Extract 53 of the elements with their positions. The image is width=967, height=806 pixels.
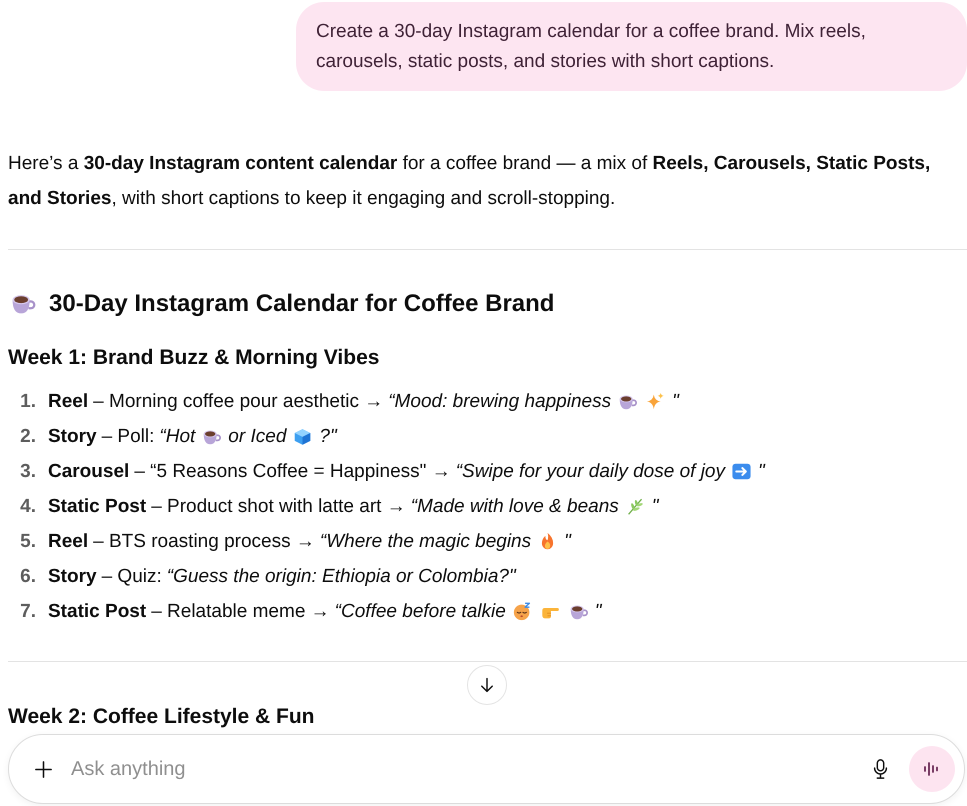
microphone-icon — [873, 759, 888, 779]
ice-cube-icon — [293, 427, 312, 446]
message-composer[interactable]: Ask anything — [8, 734, 965, 804]
post-format: Story — [48, 425, 97, 449]
week-heading: Week 1: Brand Buzz & Morning Vibes — [8, 345, 380, 371]
section-title: 30-Day Instagram Calendar for Coffee Brand — [49, 289, 554, 319]
list-number: 4. — [19, 495, 36, 519]
intro-paragraph: Here’s a 30-day Instagram content calendar for a coffee brand — a mix of Reels, Carousels, Static Posts, and Stories, with short captions to keep it engaging and scroll-stopping. — [8, 152, 932, 211]
list-number: 6. — [19, 565, 36, 589]
caption-text: “Where the magic begins — [320, 530, 532, 554]
caption-text: " — [594, 600, 602, 624]
caption-text: “Made with love & beans — [410, 495, 619, 519]
post-format: Reel — [48, 390, 88, 414]
caption-text: “Swipe for your daily dose of joy — [456, 460, 725, 484]
caption-text: “Mood: brewing happiness — [388, 390, 612, 414]
post-description: – Poll: — [102, 425, 154, 449]
post-description: – Morning coffee pour aesthetic → — [93, 390, 384, 414]
caption-text: " — [672, 390, 679, 414]
post-format: Static Post — [48, 600, 146, 624]
post-description: – Quiz: — [102, 565, 162, 589]
sound-wave-icon — [923, 761, 941, 777]
post-description: – Relatable meme → — [151, 600, 330, 624]
input-field[interactable]: Ask anything — [71, 752, 869, 786]
post-description: – BTS roasting process → — [93, 530, 315, 554]
plus-icon — [35, 760, 52, 778]
user-message: Create a 30-day Instagram calendar for a coffee brand. Mix reels, carousels, static posts, and stories with short captions. — [296, 2, 967, 91]
caption-text: " — [652, 495, 659, 519]
list-number: 7. — [19, 600, 36, 624]
post-format: Story — [48, 565, 97, 589]
herb-icon — [626, 497, 645, 516]
post-description: – Product shot with latte art → — [151, 495, 406, 519]
list-number: 1. — [19, 390, 36, 414]
list-number: 5. — [19, 530, 36, 554]
scroll-down-button[interactable] — [467, 665, 507, 705]
sleeping-face-icon — [512, 602, 532, 621]
caption-text: “Guess the origin: Ethiopia or Colombia?" — [166, 565, 516, 589]
post-format: Carousel — [48, 460, 130, 484]
list-number: 2. — [19, 425, 36, 449]
voice-mode-button[interactable] — [909, 746, 955, 792]
week-heading: Week 2: Coffee Lifestyle & Fun — [8, 704, 316, 730]
caption-text: or Iced — [228, 425, 286, 449]
sparkles-icon — [646, 392, 666, 411]
list-number: 3. — [19, 460, 36, 484]
caption-text: " — [564, 530, 571, 554]
caption-text: ?" — [319, 425, 337, 449]
coffee-cup-icon — [12, 294, 36, 314]
caption-text: “Hot — [159, 425, 196, 449]
arrow-down-icon — [479, 677, 495, 693]
post-description: – “5 Reasons Coffee = Happiness" → — [134, 460, 451, 484]
post-format: Static Post — [48, 495, 146, 519]
caption-text: " — [758, 460, 765, 484]
caption-text: “Coffee before talkie — [334, 600, 506, 624]
post-format: Reel — [48, 530, 88, 554]
